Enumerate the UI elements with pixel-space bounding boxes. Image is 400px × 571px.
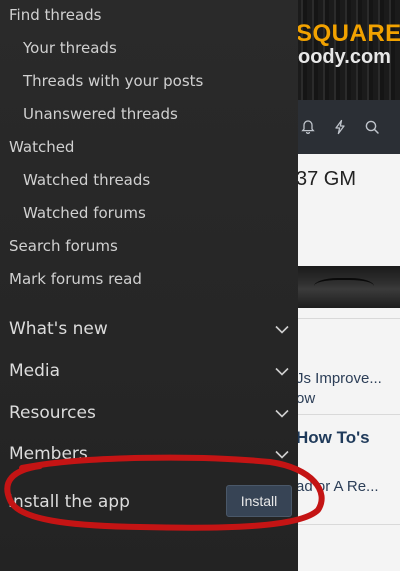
site-banner[interactable]: SQUARE oody.com — [296, 0, 400, 100]
top-navbar — [296, 100, 400, 154]
menu-link-watched-forums[interactable]: Watched forums — [23, 204, 146, 222]
menu-link-watched-threads[interactable]: Watched threads — [23, 171, 150, 189]
menu-section-label: Resources — [9, 403, 96, 423]
menu-link-search-forums[interactable]: Search forums — [9, 237, 118, 255]
menu-section-members[interactable]: Members — [9, 439, 290, 469]
menu-link-watched[interactable]: Watched — [9, 138, 74, 156]
menu-link-mark-forums-read[interactable]: Mark forums read — [9, 270, 142, 288]
menu-link-find-threads[interactable]: Find threads — [9, 6, 101, 24]
thread-snippet[interactable]: ad or A Re... — [296, 478, 379, 495]
off-canvas-menu: Find threads Your threads Threads with y… — [0, 0, 298, 571]
bell-icon[interactable] — [296, 115, 320, 139]
install-button[interactable]: Install — [226, 485, 292, 517]
divider — [296, 524, 400, 525]
chevron-down-icon[interactable] — [274, 446, 290, 462]
site-logo-text: SQUARE — [296, 20, 400, 47]
menu-link-unanswered-threads[interactable]: Unanswered threads — [23, 105, 178, 123]
thread-snippet[interactable]: Js Improve... — [296, 370, 382, 387]
post-time: 37 GM — [296, 168, 357, 190]
menu-section-label: What's new — [9, 319, 108, 339]
site-logo-domain: oody.com — [298, 46, 391, 68]
content-image — [296, 266, 400, 308]
chevron-down-icon[interactable] — [274, 363, 290, 379]
bolt-icon[interactable] — [328, 115, 352, 139]
menu-section-resources[interactable]: Resources — [9, 398, 290, 428]
menu-section-label: Members — [9, 444, 88, 464]
chevron-down-icon[interactable] — [274, 405, 290, 421]
divider — [296, 318, 400, 319]
menu-link-threads-with-posts[interactable]: Threads with your posts — [23, 72, 203, 90]
install-app-row: Install the app Install — [0, 480, 298, 524]
menu-section-media[interactable]: Media — [9, 356, 290, 386]
menu-section-whats-new[interactable]: What's new — [9, 314, 290, 344]
menu-link-your-threads[interactable]: Your threads — [23, 39, 117, 57]
install-app-label: Install the app — [8, 492, 130, 512]
menu-section-label: Media — [9, 361, 61, 381]
search-icon[interactable] — [360, 115, 384, 139]
main-content — [296, 154, 400, 571]
divider — [296, 414, 400, 415]
chevron-down-icon[interactable] — [274, 321, 290, 337]
forum-heading[interactable]: How To's — [296, 428, 370, 448]
thread-snippet-cont: ow — [296, 390, 316, 407]
